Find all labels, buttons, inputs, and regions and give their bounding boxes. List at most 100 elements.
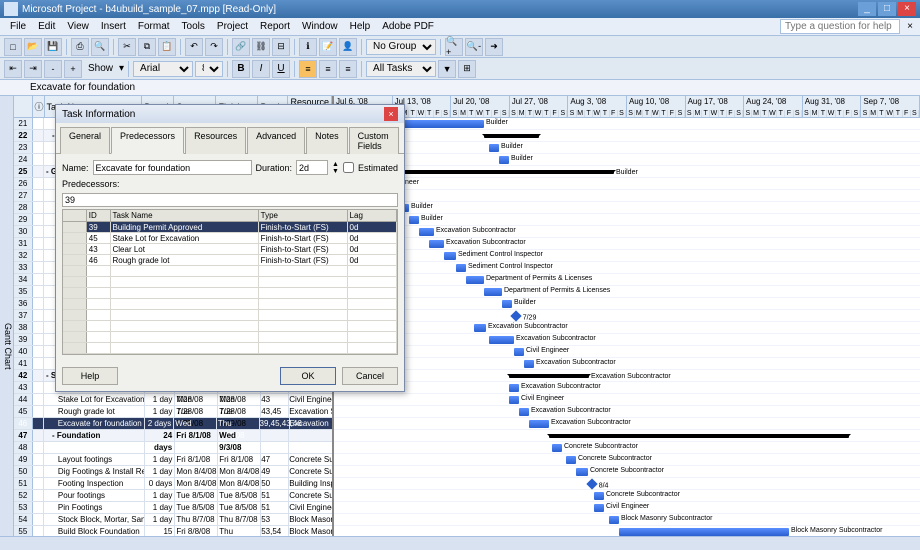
task-bar[interactable]: Excavation Subcontractor bbox=[474, 324, 486, 332]
resource-cell[interactable]: Block Mason bbox=[289, 514, 332, 525]
underline-icon[interactable]: U bbox=[272, 60, 290, 78]
indent-icon[interactable]: ⇥ bbox=[24, 60, 42, 78]
start-cell[interactable]: Mon 7/28/08 bbox=[175, 394, 218, 405]
menu-format[interactable]: Format bbox=[132, 19, 176, 34]
row-number[interactable]: 24 bbox=[14, 154, 33, 165]
tab-general[interactable]: General bbox=[60, 127, 110, 154]
predecessor-edit[interactable] bbox=[62, 193, 398, 207]
task-name-cell[interactable]: Layout footings bbox=[44, 454, 146, 465]
start-cell[interactable]: Fri 8/8/08 bbox=[175, 526, 218, 536]
task-bar[interactable]: Excavation Subcontractor bbox=[519, 408, 529, 416]
assign-icon[interactable]: 👤 bbox=[339, 38, 357, 56]
cut-icon[interactable]: ✂ bbox=[118, 38, 136, 56]
table-row[interactable]: 48 bbox=[14, 442, 332, 454]
finish-cell[interactable]: Wed 9/3/08 bbox=[218, 430, 261, 441]
row-number[interactable]: 37 bbox=[14, 310, 33, 321]
task-bar[interactable]: Civil Engineer bbox=[509, 396, 519, 404]
finish-cell[interactable]: Thu 8/28/08 bbox=[218, 526, 261, 536]
pred-cell[interactable]: 47 bbox=[261, 454, 289, 465]
predecessor-row[interactable]: 46Rough grade lotFinish-to-Start (FS)0d bbox=[63, 255, 397, 266]
row-number[interactable]: 49 bbox=[14, 454, 33, 465]
pred-cell[interactable]: 43 bbox=[261, 394, 289, 405]
row-number[interactable]: 22 bbox=[14, 130, 33, 141]
milestone[interactable]: 7/29 bbox=[510, 310, 521, 321]
pred-lag[interactable]: 0d bbox=[348, 233, 397, 243]
menu-project[interactable]: Project bbox=[211, 19, 254, 34]
menu-close-icon[interactable]: × bbox=[904, 21, 916, 33]
task-name-cell[interactable]: Rough grade lot bbox=[44, 406, 146, 417]
ok-button[interactable]: OK bbox=[280, 367, 336, 385]
predecessor-row-empty[interactable] bbox=[63, 266, 397, 277]
finish-cell[interactable]: Tue 7/29/08 bbox=[218, 406, 261, 417]
row-number[interactable]: 29 bbox=[14, 214, 33, 225]
summary-bar[interactable] bbox=[549, 434, 849, 438]
task-bar[interactable]: Concrete Subcontractor bbox=[576, 468, 588, 476]
duration-cell[interactable]: 15 days bbox=[145, 526, 175, 536]
resource-cell[interactable]: Concrete Su bbox=[289, 466, 332, 477]
row-number[interactable]: 26 bbox=[14, 178, 33, 189]
info-icon[interactable]: ℹ bbox=[299, 38, 317, 56]
task-name-cell[interactable] bbox=[44, 442, 145, 453]
task-bar[interactable]: Block Masonry Subcontractor bbox=[609, 516, 619, 524]
tab-predecessors[interactable]: Predecessors bbox=[111, 127, 184, 154]
predecessor-row-empty[interactable] bbox=[63, 288, 397, 299]
start-cell[interactable]: Fri 8/1/08 bbox=[175, 454, 218, 465]
menu-insert[interactable]: Insert bbox=[95, 19, 132, 34]
print-icon[interactable]: ⎙ bbox=[71, 38, 89, 56]
task-name-cell[interactable]: Build Block Foundation bbox=[44, 526, 146, 536]
zoom-in-icon[interactable]: 🔍+ bbox=[445, 38, 463, 56]
duration-cell[interactable]: 2 days bbox=[145, 418, 175, 429]
milestone[interactable]: 8/4 bbox=[586, 478, 597, 489]
pred-type[interactable]: Finish-to-Start (FS) bbox=[259, 255, 348, 265]
table-row[interactable]: 53Pin Footings1 dayTue 8/5/08Tue 8/5/085… bbox=[14, 502, 332, 514]
task-bar[interactable]: Concrete Subcontractor bbox=[552, 444, 562, 452]
pred-cell[interactable]: 49 bbox=[261, 466, 289, 477]
size-select[interactable]: 8 bbox=[195, 61, 223, 77]
task-bar[interactable]: Civil Engineer bbox=[594, 504, 604, 512]
row-number[interactable]: 38 bbox=[14, 322, 33, 333]
bold-icon[interactable]: B bbox=[232, 60, 250, 78]
row-number[interactable]: 51 bbox=[14, 478, 33, 489]
resource-cell[interactable]: Concrete Su bbox=[289, 490, 332, 501]
row-number[interactable]: 50 bbox=[14, 466, 33, 477]
duration-cell[interactable]: 1 day bbox=[145, 502, 175, 513]
row-number[interactable]: 55 bbox=[14, 526, 33, 536]
predecessor-row-empty[interactable] bbox=[63, 277, 397, 288]
table-row[interactable]: 55 Build Block Foundation15 daysFri 8/8/0… bbox=[14, 526, 332, 536]
outdent-icon[interactable]: ⇤ bbox=[4, 60, 22, 78]
help-button[interactable]: Help bbox=[62, 367, 118, 385]
row-number[interactable]: 44 bbox=[14, 394, 33, 405]
resource-cell[interactable]: Civil Enginee bbox=[289, 394, 332, 405]
task-bar[interactable]: Builder bbox=[409, 216, 419, 224]
task-name-cell[interactable]: Pin Footings bbox=[44, 502, 146, 513]
table-row[interactable]: 46Excavate for foundation2 daysWed 7/30/… bbox=[14, 418, 332, 430]
row-number[interactable]: 31 bbox=[14, 238, 33, 249]
duration-input[interactable] bbox=[296, 160, 328, 175]
task-bar[interactable]: Sediment Control Inspector bbox=[444, 252, 456, 260]
pred-cell[interactable]: 53 bbox=[261, 514, 289, 525]
row-number[interactable]: 36 bbox=[14, 298, 33, 309]
group-select[interactable]: No Group bbox=[366, 39, 436, 55]
pred-id[interactable]: 46 bbox=[87, 255, 111, 265]
resource-cell[interactable]: Block Mason bbox=[289, 526, 332, 536]
task-name-cell[interactable]: Stock Block, Mortar, Sand bbox=[44, 514, 146, 525]
task-name-cell[interactable]: Pour footings bbox=[44, 490, 146, 501]
task-bar[interactable]: Sediment Control Inspector bbox=[456, 264, 466, 272]
finish-cell[interactable]: Fri 8/1/08 bbox=[218, 454, 261, 465]
show-label[interactable]: Show bbox=[84, 63, 117, 74]
filter-select[interactable]: All Tasks bbox=[366, 61, 436, 77]
task-name-cell[interactable]: - Foundation bbox=[44, 430, 145, 441]
menu-tools[interactable]: Tools bbox=[176, 19, 211, 34]
unlink-icon[interactable]: ⛓ bbox=[252, 38, 270, 56]
copy-icon[interactable]: ⧉ bbox=[138, 38, 156, 56]
menu-help[interactable]: Help bbox=[344, 19, 377, 34]
row-number[interactable]: 33 bbox=[14, 262, 33, 273]
resource-cell[interactable] bbox=[289, 430, 332, 441]
minimize-button[interactable]: _ bbox=[858, 2, 876, 16]
paste-icon[interactable]: 📋 bbox=[158, 38, 176, 56]
start-cell[interactable]: Mon 8/4/08 bbox=[175, 466, 218, 477]
finish-cell[interactable]: Thu 8/7/08 bbox=[218, 514, 261, 525]
task-bar[interactable]: Concrete Subcontractor bbox=[594, 492, 604, 500]
close-button[interactable]: × bbox=[898, 2, 916, 16]
start-cell[interactable]: Mon 8/4/08 bbox=[175, 478, 218, 489]
